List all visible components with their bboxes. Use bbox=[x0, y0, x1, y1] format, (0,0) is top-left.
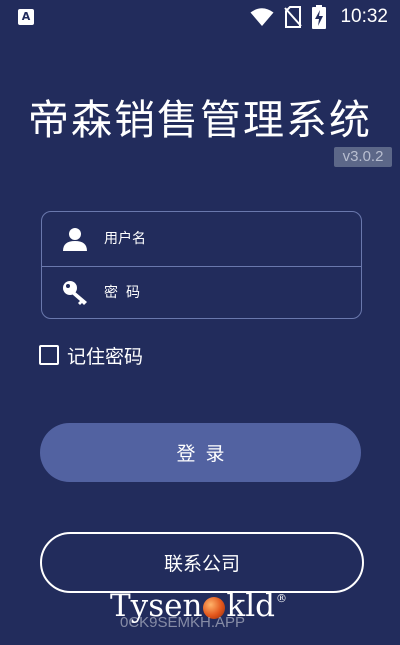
username-field[interactable] bbox=[42, 212, 361, 266]
battery-charging-icon bbox=[312, 5, 327, 29]
text-notification-icon: A bbox=[18, 9, 34, 25]
key-icon bbox=[63, 281, 87, 305]
remember-password[interactable]: 记住密码 bbox=[39, 342, 143, 368]
password-input[interactable] bbox=[104, 266, 344, 320]
status-bar: A 10:32 bbox=[0, 0, 400, 34]
remember-password-checkbox[interactable] bbox=[39, 345, 59, 365]
username-input[interactable] bbox=[104, 212, 344, 266]
app-title: 帝森销售管理系统 bbox=[28, 96, 372, 144]
wifi-icon bbox=[250, 8, 274, 26]
password-field[interactable] bbox=[42, 266, 361, 320]
no-sim-icon bbox=[284, 6, 303, 28]
contact-company-button[interactable]: 联系公司 bbox=[40, 532, 364, 593]
login-form bbox=[41, 211, 362, 320]
remember-password-label: 记住密码 bbox=[67, 345, 144, 368]
status-time: 10:32 bbox=[340, 6, 388, 27]
status-icons: 10:32 bbox=[250, 0, 388, 34]
registered-mark: ® bbox=[275, 592, 287, 605]
user-icon bbox=[63, 228, 87, 251]
version-badge: v3.0.2 bbox=[334, 147, 392, 167]
watermark: 0CK9SEMKH.APP bbox=[120, 614, 246, 631]
login-button[interactable]: 登录 bbox=[40, 423, 361, 482]
